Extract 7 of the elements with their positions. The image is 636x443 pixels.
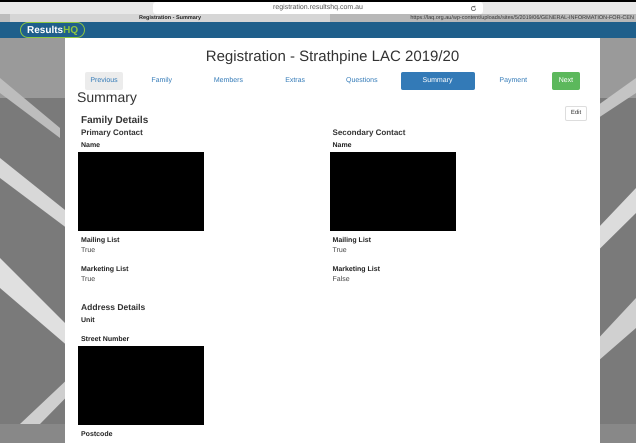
section-heading: Summary [77,89,138,106]
reload-icon[interactable] [470,4,477,12]
contact-heading: Secondary Contact [332,127,406,138]
subsection-heading: Address Details [81,302,146,314]
page-title: Registration - Strathpine LAC 2019/20 [204,48,460,66]
contact-heading: Primary Contact [81,127,144,138]
subsection-heading: Family Details [81,115,150,128]
